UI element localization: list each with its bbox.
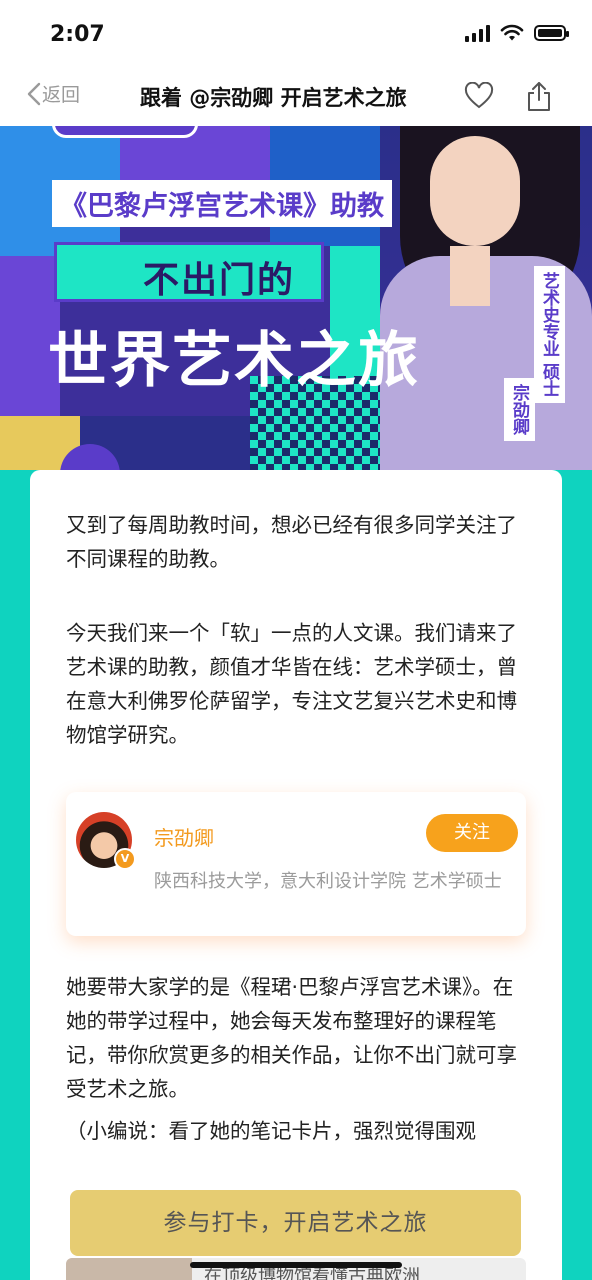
hero-headline-2: 世界艺术之旅: [48, 326, 420, 396]
verified-badge-icon: V: [114, 848, 136, 870]
author-description: 陕西科技大学，意大利设计学院 艺术学硕士: [154, 871, 502, 892]
status-bar: 2:07: [0, 0, 592, 70]
home-indicator: [190, 1262, 402, 1268]
article-paragraph-1: 又到了每周助教时间，想必已经有很多同学关注了不同课程的助教。: [66, 513, 517, 571]
join-checkin-button[interactable]: 参与打卡，开启艺术之旅: [70, 1190, 521, 1256]
wifi-icon: [500, 24, 524, 41]
page-title: 跟着 @宗劭卿 开启艺术之旅: [140, 86, 407, 110]
battery-icon: [534, 25, 569, 41]
article-card: 又到了每周助教时间，想必已经有很多同学关注了不同课程的助教。 今天我们来一个「软…: [30, 470, 562, 1280]
back-label: 返回: [42, 84, 81, 106]
avatar[interactable]: V: [76, 812, 136, 870]
article-paragraph-4: （小编说：看了她的笔记卡片，强烈觉得围观: [66, 1119, 476, 1143]
hero-subtitle: 《巴黎卢浮宫艺术课》助教: [52, 180, 392, 227]
hero-headline-box: 不出门的: [54, 242, 324, 302]
article-paragraph-2: 今天我们来一个「软」一点的人文课。我们请来了艺术课的助教，颜值才华皆在线：艺术学…: [66, 621, 517, 747]
cellular-signal-icon: [465, 24, 490, 42]
follow-button[interactable]: 关注: [426, 814, 518, 852]
article-paragraph-3: 她要带大家学的是《程珺·巴黎卢浮宫艺术课》。在她的带学过程中，她会每天发布整理好…: [66, 975, 517, 1101]
status-icons: [465, 24, 569, 42]
back-button[interactable]: 返回: [26, 80, 80, 107]
hero-banner: 《巴黎卢浮宫艺术课》助教 不出门的 世界艺术之旅 艺术史专业 硕士 宗劭卿: [0, 126, 592, 470]
status-time: 2:07: [50, 22, 105, 47]
share-icon[interactable]: [526, 80, 552, 112]
hero-tag-name: 宗劭卿: [504, 378, 535, 441]
author-name[interactable]: 宗劭卿: [154, 822, 214, 851]
hero-headline-1: 不出门的: [143, 260, 296, 301]
author-card[interactable]: V 宗劭卿 关注 陕西科技大学，意大利设计学院 艺术学硕士: [66, 792, 526, 936]
nav-bar: 返回 跟着 @宗劭卿 开启艺术之旅: [0, 70, 592, 126]
chevron-left-icon: [27, 82, 41, 105]
heart-icon[interactable]: [464, 82, 494, 110]
hero-tag-degree: 艺术史专业 硕士: [534, 266, 565, 403]
course-thumbnail: [66, 1258, 192, 1280]
